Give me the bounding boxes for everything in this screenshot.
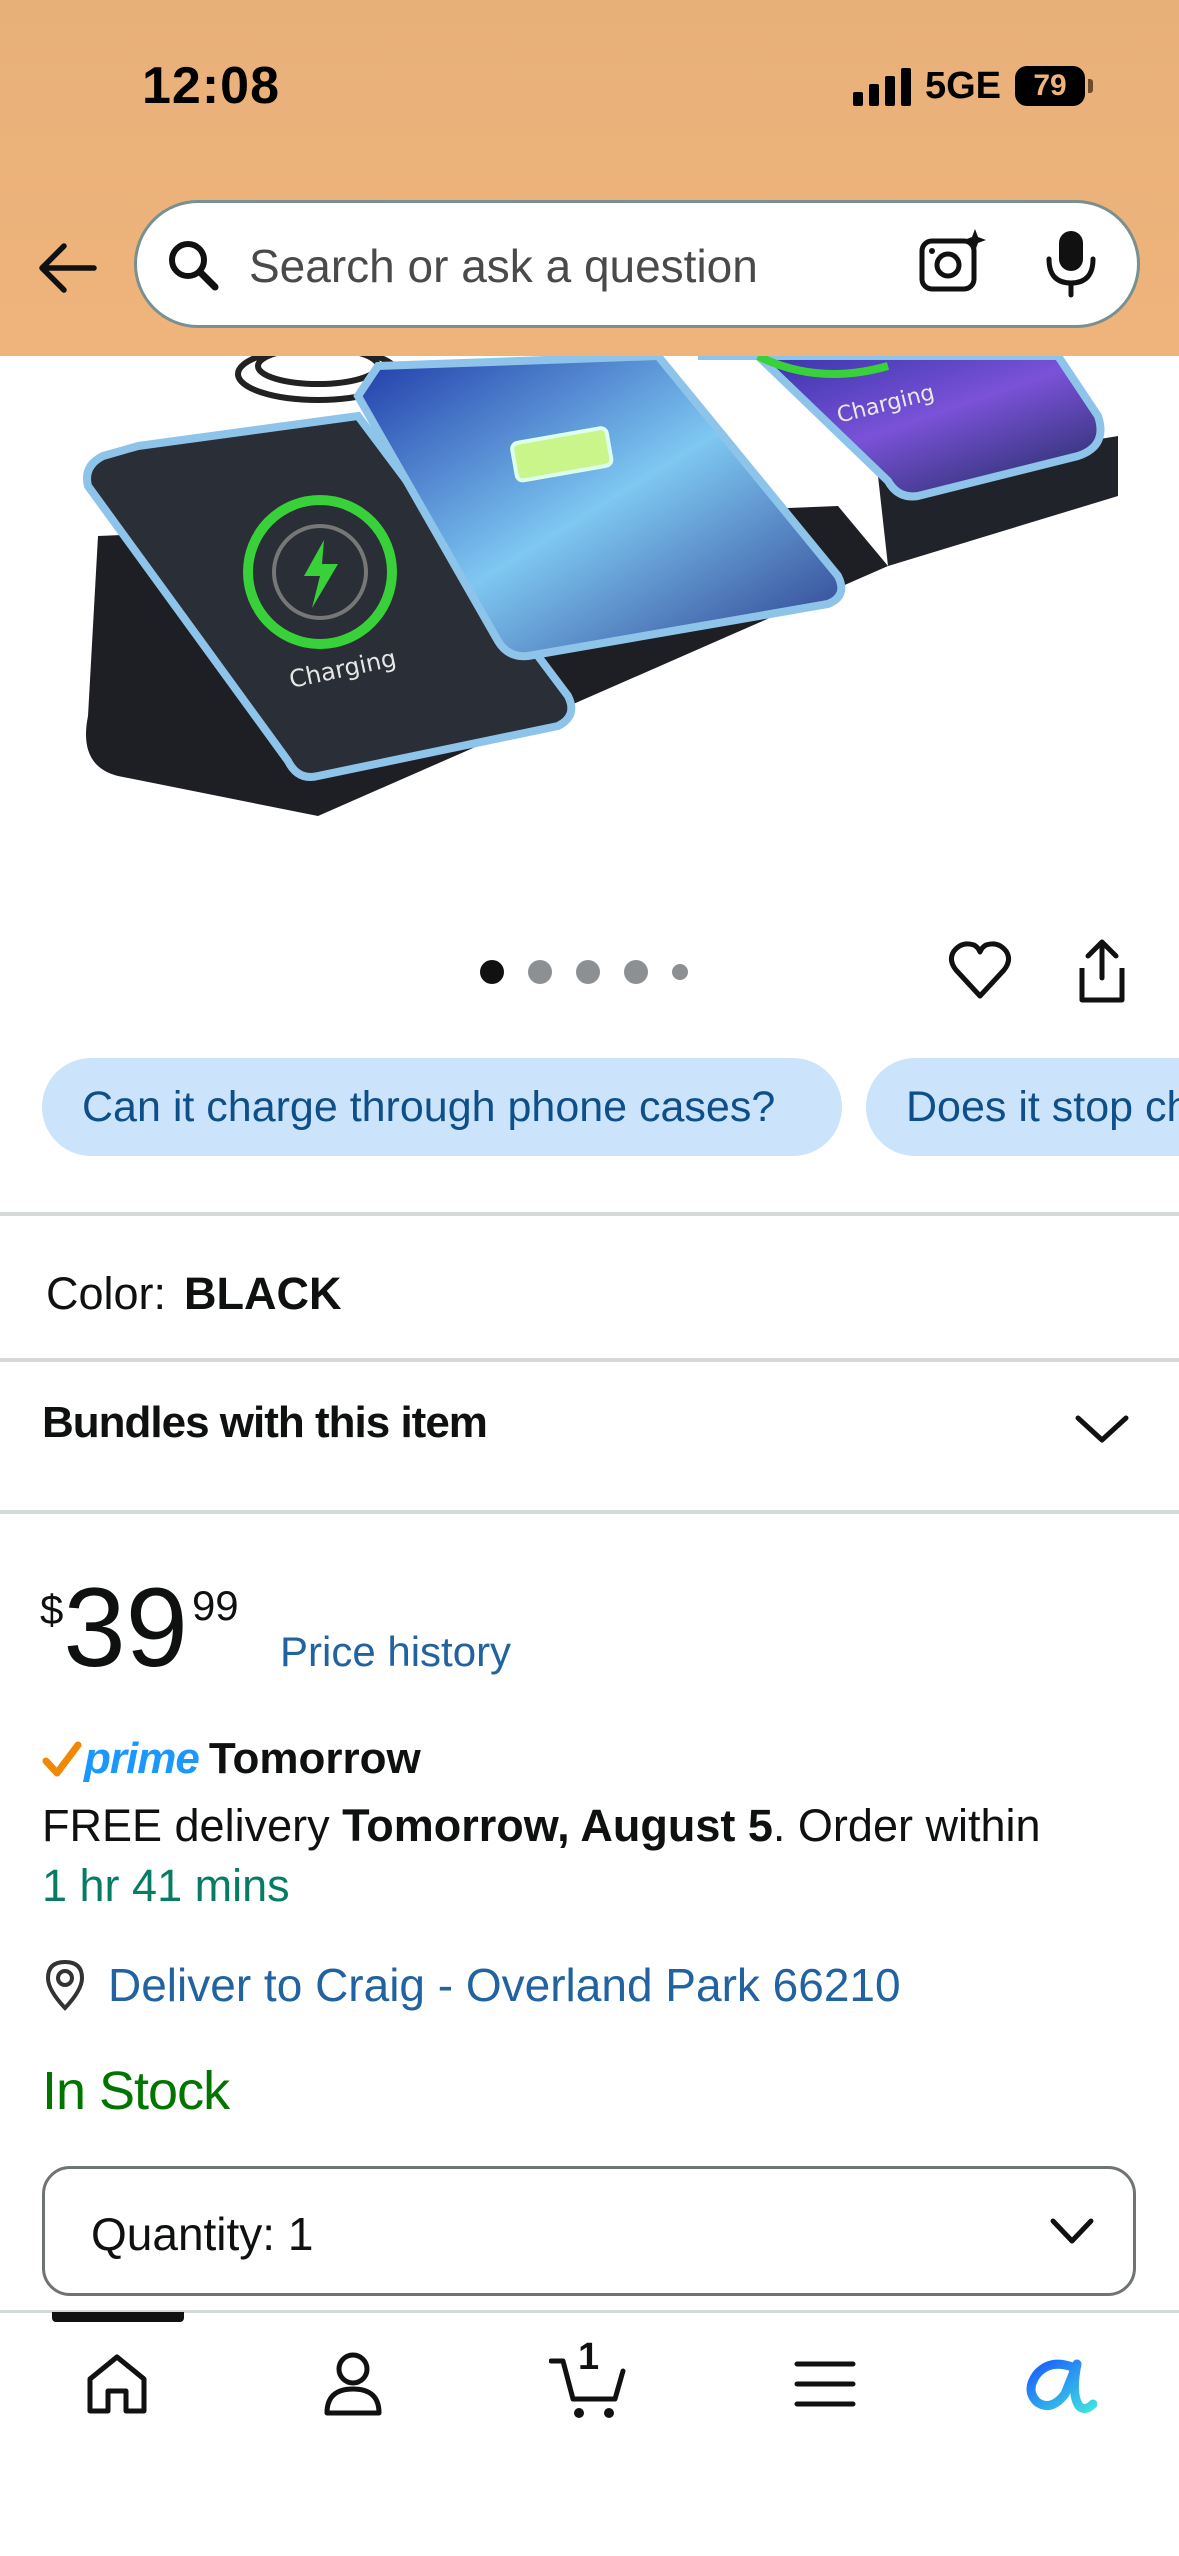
tab-account[interactable]: [308, 2344, 398, 2424]
price-history-link[interactable]: Price history: [280, 1628, 511, 1676]
microphone-icon[interactable]: [1041, 227, 1101, 299]
color-value: BLACK: [184, 1268, 342, 1319]
battery-level: 79: [1033, 69, 1067, 102]
carousel-dot[interactable]: [528, 960, 552, 984]
network-type: 5GE: [924, 64, 1001, 107]
question-chip[interactable]: Can it charge through phone cases?: [42, 1058, 842, 1156]
search-icon: [169, 241, 219, 291]
camera-search-icon[interactable]: [917, 227, 987, 297]
prime-badge: prime Tomorrow: [42, 1734, 421, 1784]
carousel-dot[interactable]: [480, 960, 504, 984]
tab-cart[interactable]: 1: [544, 2336, 634, 2424]
color-selection: Color: BLACK: [46, 1268, 342, 1320]
delivery-info: FREE delivery Tomorrow, August 5. Order …: [42, 1800, 1041, 1852]
divider: [0, 1510, 1179, 1514]
rufus-assistant-icon: [1026, 2359, 1097, 2414]
stock-status: In Stock: [42, 2061, 230, 2121]
delivery-prefix: FREE delivery: [42, 1800, 343, 1851]
battery-icon: 79: [1015, 66, 1093, 106]
order-countdown: 1 hr 41 mins: [42, 1860, 290, 1911]
prime-check-icon: [42, 1741, 82, 1777]
carousel-dot[interactable]: [672, 964, 688, 980]
price: $ 39 99: [40, 1572, 239, 1684]
deliver-to-link[interactable]: Deliver to Craig - Overland Park 66210: [42, 1958, 901, 2012]
active-tab-indicator: [52, 2312, 184, 2322]
delivery-date: Tomorrow, August 5: [342, 1800, 773, 1851]
image-carousel-dots: [480, 960, 688, 984]
tab-rufus[interactable]: [1014, 2344, 1104, 2424]
tab-home[interactable]: [72, 2344, 162, 2424]
signal-icon: [852, 66, 911, 106]
heart-icon[interactable]: [948, 940, 1012, 1000]
search-input[interactable]: Search or ask a question: [249, 239, 758, 293]
divider: [0, 1212, 1179, 1216]
divider: [0, 1358, 1179, 1362]
back-arrow-icon[interactable]: [34, 236, 98, 300]
chevron-down-icon[interactable]: [1072, 1408, 1132, 1452]
top-header: 12:08 5GE 79 Search or ask a question: [0, 0, 1179, 356]
price-whole: 39: [63, 1565, 188, 1690]
prime-logo: prime: [84, 1734, 200, 1783]
cart-count-badge: 1: [578, 2336, 600, 2378]
location-pin-icon: [45, 1959, 85, 2011]
menu-icon: [794, 2361, 856, 2407]
tab-menu[interactable]: [780, 2344, 870, 2424]
deliver-to-address[interactable]: Deliver to Craig - Overland Park 66210: [108, 1958, 901, 2012]
delivery-suffix: . Order within: [772, 1800, 1041, 1851]
status-time: 12:08: [142, 57, 280, 115]
question-chip[interactable]: Does it stop charging when full?: [866, 1058, 1179, 1156]
price-cents: 99: [191, 1582, 239, 1629]
status-indicators: 5GE 79: [852, 62, 1093, 110]
prime-delivery-day: Tomorrow: [208, 1734, 421, 1783]
carousel-dot[interactable]: [576, 960, 600, 984]
home-icon: [87, 2354, 147, 2414]
search-bar[interactable]: Search or ask a question: [134, 200, 1140, 328]
color-label: Color:: [46, 1268, 167, 1319]
product-image[interactable]: Charging Charging: [58, 356, 1120, 826]
quantity-value: Quantity: 1: [91, 2208, 314, 2260]
quantity-selector[interactable]: Quantity: 1: [42, 2166, 1136, 2296]
price-currency: $: [40, 1586, 64, 1633]
chevron-down-icon: [1050, 2218, 1094, 2244]
product-page: 12:08 5GE 79 Search or ask a question Ch…: [0, 0, 1179, 2556]
person-icon: [324, 2352, 382, 2416]
question-chips: Can it charge through phone cases? Does …: [42, 1058, 1179, 1158]
share-icon[interactable]: [1074, 938, 1130, 1004]
carousel-dot[interactable]: [624, 960, 648, 984]
bundles-header[interactable]: Bundles with this item: [42, 1398, 488, 1448]
